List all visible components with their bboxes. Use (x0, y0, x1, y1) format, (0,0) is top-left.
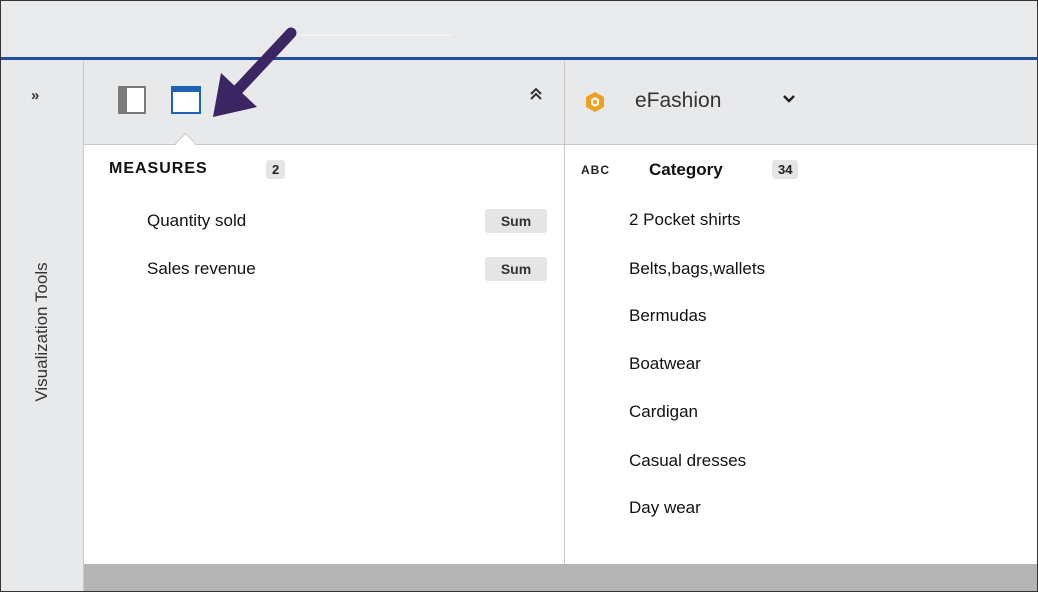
cube-icon (586, 92, 604, 112)
double-chevron-up-icon (530, 87, 542, 100)
list-item[interactable]: Casual dresses (629, 451, 746, 471)
list-item[interactable]: Belts,bags,wallets (629, 259, 765, 279)
bottom-bar (84, 564, 1037, 591)
list-item[interactable]: Cardigan (629, 402, 698, 422)
chevron-down-icon (783, 95, 795, 103)
measure-item-sales-revenue[interactable]: Sales revenue (147, 259, 256, 279)
dimension-heading[interactable]: Category (649, 160, 723, 180)
measure-item-quantity-sold[interactable]: Quantity sold (147, 211, 246, 231)
measures-count-badge: 2 (266, 160, 286, 179)
list-item[interactable]: Boatwear (629, 354, 701, 374)
side-panel-layout-icon[interactable] (118, 86, 146, 114)
list-item[interactable]: Day wear (629, 498, 701, 518)
datasource-name[interactable]: eFashion (635, 89, 721, 113)
datasource-header: eFashion (565, 60, 1037, 145)
aggregation-badge[interactable]: Sum (485, 257, 547, 281)
datasource-dropdown[interactable] (783, 91, 795, 109)
app-window: » Visualization Tools eFashion MEASURES … (0, 0, 1038, 592)
text-type-icon: ABC (581, 163, 610, 177)
annotation-arrow-icon (213, 27, 297, 117)
list-item[interactable]: Bermudas (629, 306, 706, 326)
rail-title: Visualization Tools (32, 262, 51, 402)
visualization-tools-rail[interactable]: » Visualization Tools (1, 60, 84, 591)
list-item[interactable]: 2 Pocket shirts (629, 210, 741, 230)
expand-rail-button[interactable]: » (31, 87, 39, 104)
left-panel-header (84, 60, 564, 155)
dimension-count-badge: 34 (772, 160, 799, 179)
top-toolbar (1, 1, 1037, 57)
selection-caret (174, 132, 197, 155)
aggregation-badge[interactable]: Sum (485, 209, 547, 233)
measures-heading: MEASURES (109, 160, 208, 177)
collapse-up-button[interactable] (530, 86, 542, 106)
